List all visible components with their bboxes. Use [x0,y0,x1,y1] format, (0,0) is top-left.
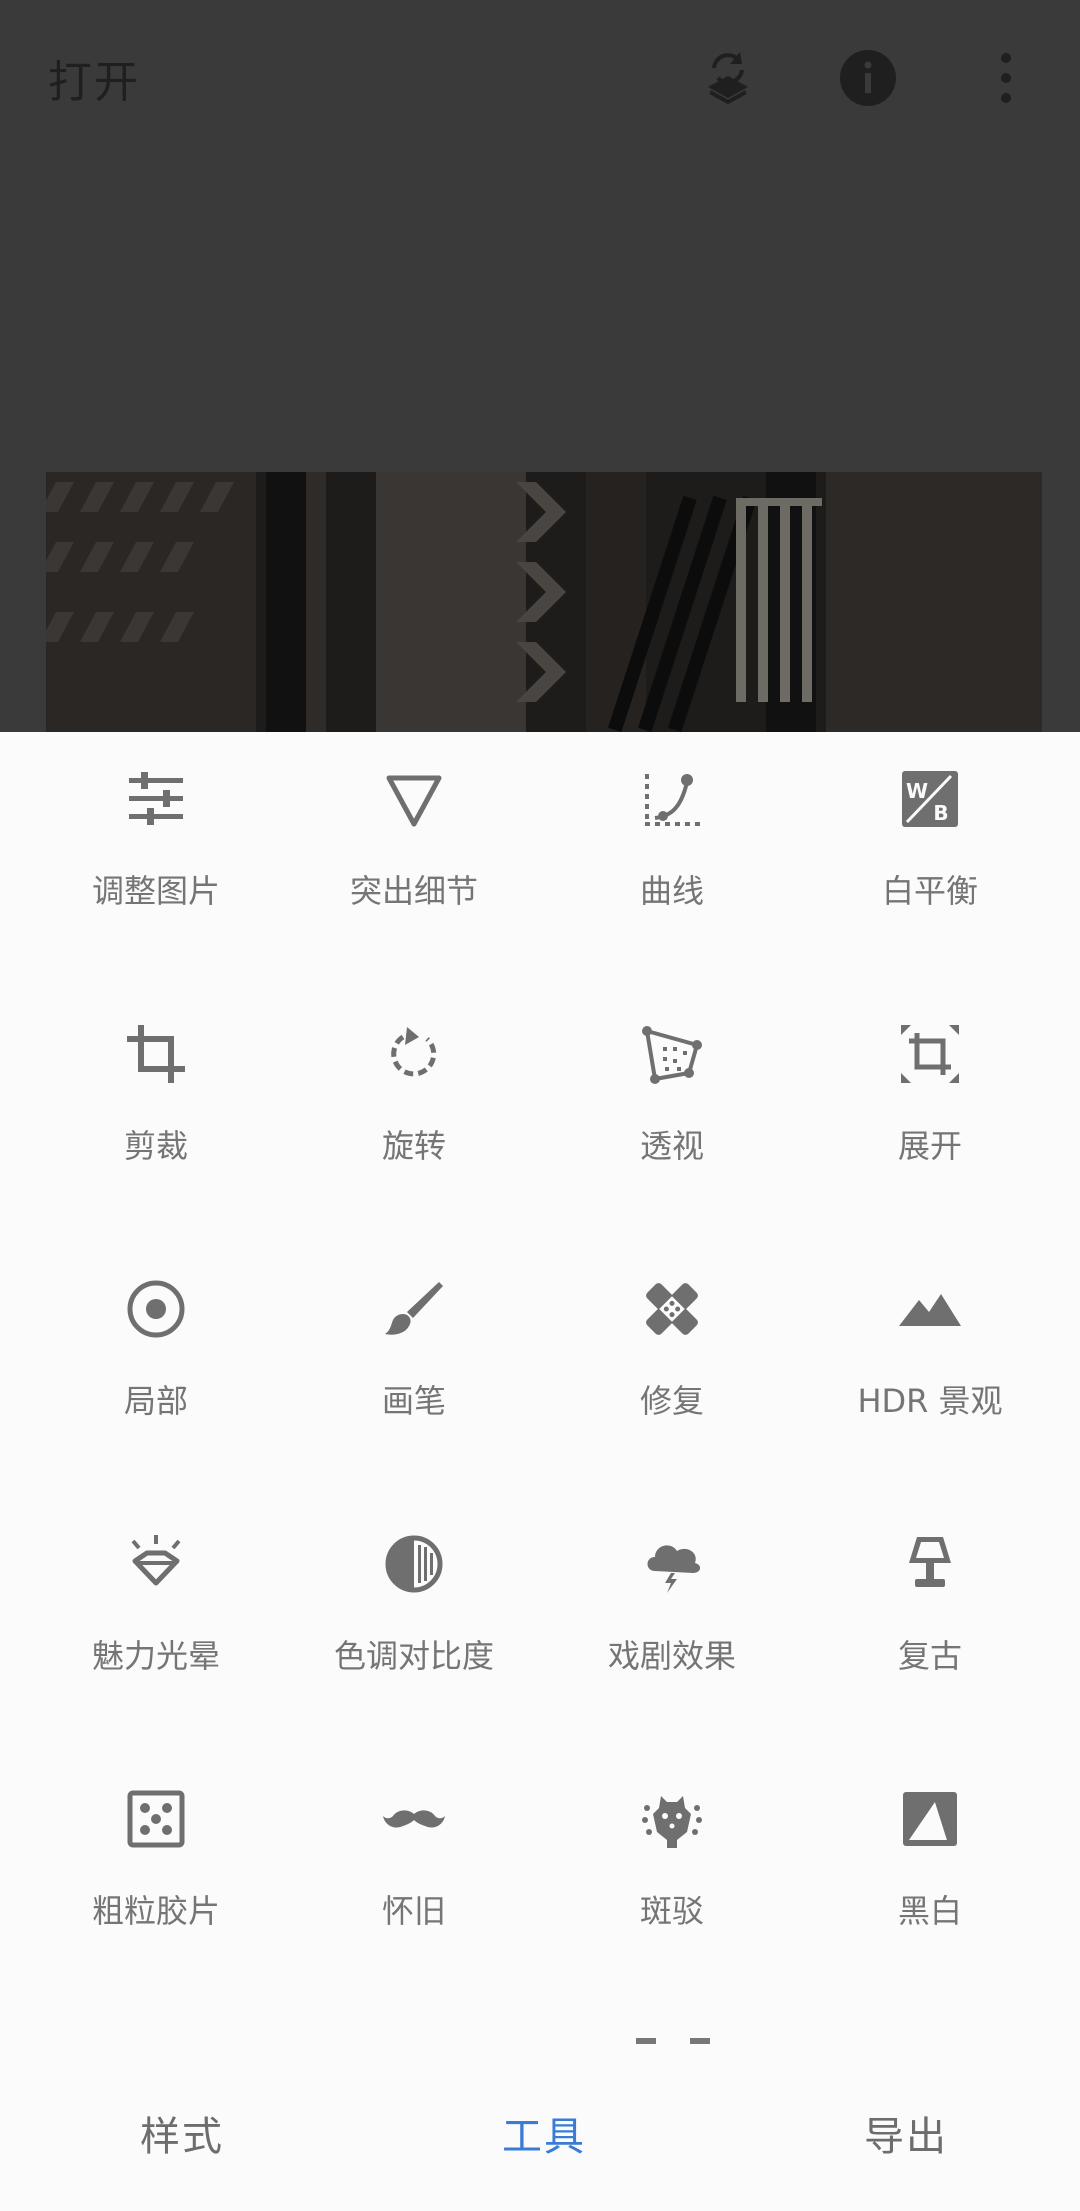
tool-curves[interactable]: 曲线 [547,732,797,932]
tab-styles[interactable]: 样式 [62,2104,302,2160]
expand-icon [899,1023,961,1085]
perspective-icon [641,1023,703,1085]
tool-crop[interactable]: 剪裁 [31,987,281,1187]
retrolux-mustache-icon [383,1788,445,1850]
tool-label: 突出细节 [349,872,478,910]
tool-hdr-scape[interactable]: HDR 景观 [805,1242,1055,1442]
tool-label: 斑驳 [639,1892,704,1930]
tool-label: 曲线 [639,872,704,910]
tool-label: 复古 [897,1637,962,1675]
tool-tonal-contrast[interactable]: 色调对比度 [289,1497,539,1697]
hdr-mountains-icon [899,1278,961,1340]
brush-icon [383,1278,445,1340]
tool-label: 旋转 [381,1127,446,1165]
tool-healing[interactable]: 修复 [547,1242,797,1442]
white-balance-icon: W B [899,768,961,830]
black-white-icon [899,1788,961,1850]
tool-selective[interactable]: 局部 [31,1242,281,1442]
svg-text:B: B [933,801,948,825]
tools-sheet: 调整图片 突出细节 曲线 W B 白平衡 剪裁 旋转 透视 展开 局部 画笔 修… [0,732,1080,2211]
crop-icon [125,1023,187,1085]
tool-grainy-film[interactable]: 粗粒胶片 [31,1752,281,1952]
tool-tune-image[interactable]: 调整图片 [31,732,281,932]
tool-label: 魅力光晕 [91,1637,220,1675]
tab-export[interactable]: 导出 [786,2104,1026,2160]
tool-label: 戏剧效果 [607,1637,736,1675]
info-icon[interactable] [836,46,900,110]
drag-handle[interactable] [636,2038,710,2050]
tool-label: 剪裁 [123,1127,188,1165]
tool-rotate[interactable]: 旋转 [289,987,539,1187]
tool-drama[interactable]: 戏剧效果 [547,1497,797,1697]
tool-label: 展开 [897,1127,962,1165]
tool-glamour-glow[interactable]: 魅力光晕 [31,1497,281,1697]
top-app-bar: 打开 [0,0,1080,160]
tool-label: 修复 [639,1382,704,1420]
glamour-glow-icon [125,1533,187,1595]
drama-cloud-icon [641,1533,703,1595]
vintage-lamp-icon [899,1533,961,1595]
tool-details[interactable]: 突出细节 [289,732,539,932]
tool-black-white[interactable]: 黑白 [805,1752,1055,1952]
more-vert-icon[interactable] [974,46,1038,110]
tool-vintage[interactable]: 复古 [805,1497,1055,1697]
tool-perspective[interactable]: 透视 [547,987,797,1187]
tool-retrolux[interactable]: 怀旧 [289,1752,539,1952]
tool-label: 怀旧 [381,1892,446,1930]
tool-grunge[interactable]: 斑驳 [547,1752,797,1952]
healing-icon [641,1278,703,1340]
tool-white-balance[interactable]: W B 白平衡 [805,732,1055,932]
selective-icon [125,1278,187,1340]
tool-label: 画笔 [381,1382,446,1420]
tool-label: 色调对比度 [333,1637,494,1675]
grunge-icon [641,1788,703,1850]
tool-label: 调整图片 [91,872,220,910]
bottom-navigation: 样式 工具 导出 [0,2056,1080,2211]
tune-icon [125,768,187,830]
details-triangle-icon [383,768,445,830]
curves-icon [641,768,703,830]
tool-label: 白平衡 [881,872,978,910]
tab-tools[interactable]: 工具 [424,2104,664,2160]
tool-label: HDR 景观 [857,1382,1003,1420]
tools-grid: 调整图片 突出细节 曲线 W B 白平衡 剪裁 旋转 透视 展开 局部 画笔 修… [0,732,1080,2032]
tool-label: 局部 [123,1382,188,1420]
stacks-undo-icon[interactable] [696,46,760,110]
tool-label: 黑白 [897,1892,962,1930]
open-button[interactable]: 打开 [48,46,140,110]
photo-preview [46,472,1042,736]
tonal-contrast-icon [383,1533,445,1595]
tool-label: 粗粒胶片 [91,1892,220,1930]
tool-label: 透视 [639,1127,704,1165]
grainy-film-icon [125,1788,187,1850]
tool-expand[interactable]: 展开 [805,987,1055,1187]
tool-brush[interactable]: 画笔 [289,1242,539,1442]
rotate-icon [383,1023,445,1085]
svg-text:W: W [906,779,928,803]
